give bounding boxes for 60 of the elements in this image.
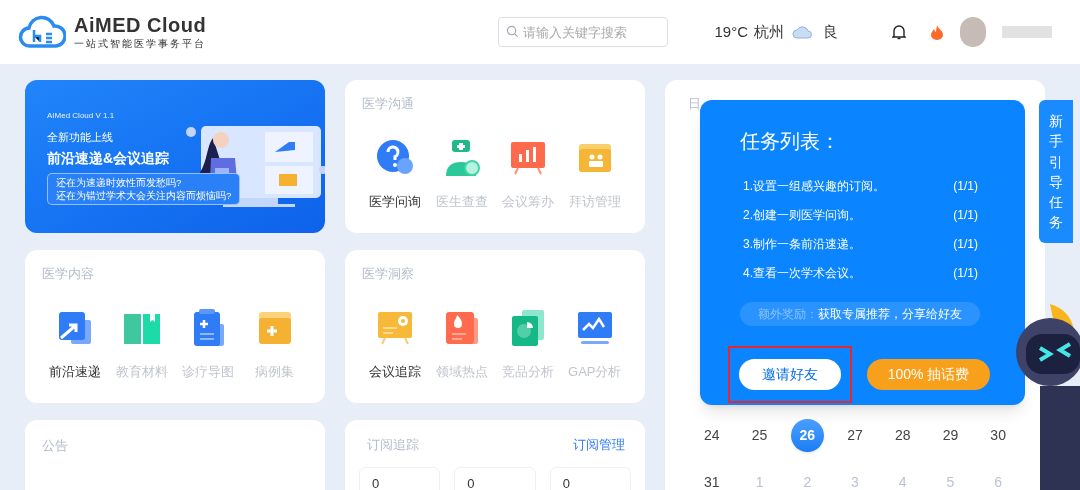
guide-tab-label[interactable]: 新手引导任务 — [1049, 111, 1063, 243]
task-progress: (1/1) — [953, 178, 978, 195]
feature-link[interactable]: 会议追踪 — [369, 361, 422, 381]
raffle-button[interactable]: 100% 抽话费 — [867, 359, 990, 390]
task-text: 4.查看一次学术会议。 — [743, 265, 861, 282]
guide-tab[interactable]: 新手引导任务 — [1039, 100, 1073, 243]
task-text: 1.设置一组感兴趣的订阅。 — [743, 178, 885, 195]
calendar-day[interactable]: 27 — [838, 418, 872, 452]
search-field[interactable]: 请输入关键字搜索 — [498, 17, 669, 47]
calendar-day[interactable]: 25 — [743, 418, 777, 452]
task-progress: (1/1) — [953, 265, 978, 282]
calendar-day[interactable]: 2 — [790, 465, 824, 490]
task-progress: (1/1) — [953, 207, 978, 224]
air-quality: 良 — [823, 21, 838, 42]
calendar-day[interactable]: 24 — [695, 418, 729, 452]
manage-link[interactable]: 订阅管理 — [573, 435, 625, 455]
temperature: 19°C — [714, 21, 748, 42]
task-text: 3.制作一条前沿速递。 — [743, 236, 861, 253]
version-label: AIMed Cloud V 1.1 — [47, 110, 115, 122]
stat-count: 0 — [467, 475, 475, 490]
calendar-day[interactable]: 1 — [743, 465, 777, 490]
card-title: 医学内容 — [42, 265, 95, 283]
stat-count: 0 — [562, 475, 570, 490]
calendar-day[interactable]: 29 — [933, 418, 967, 452]
task-progress: (1/1) — [953, 236, 978, 253]
calendar-day[interactable]: 5 — [933, 465, 967, 490]
card-title: 医学沟通 — [362, 95, 415, 113]
bell-icon[interactable] — [892, 24, 906, 40]
calendar-day[interactable]: 26 — [790, 418, 824, 452]
cloud-icon — [792, 25, 812, 39]
brand-tagline: 一站式智能医学事务平台 — [74, 36, 207, 51]
question-text: 还在为速递时效性而发愁吗? — [56, 175, 183, 189]
invite-button[interactable]: 邀请好友 — [739, 359, 841, 390]
flame-icon[interactable] — [930, 24, 944, 40]
card-title: 日 — [688, 95, 702, 113]
question-text: 还在为错过学术大会关注内容而烦恼吗? — [56, 188, 232, 202]
calendar-day[interactable]: 4 — [886, 465, 920, 490]
calendar-day[interactable]: 31 — [695, 465, 729, 490]
calendar-day[interactable]: 6 — [981, 465, 1015, 490]
stat-count: 0 — [372, 475, 380, 490]
bonus-label: 额外奖励： — [758, 306, 818, 323]
bonus-text: 获取专属推荐，分享给好友 — [818, 306, 962, 323]
feature-link[interactable]: 医学问询 — [369, 191, 422, 211]
card-title: 医学洞察 — [362, 265, 415, 283]
promo-banner[interactable]: AIMed Cloud V 1.1 全新功能上线 前沿速递&会议追踪 还在为速递时效性而发愁吗? 还在为错过学术大会关注内容而烦恼吗? — [25, 80, 325, 233]
calendar-day[interactable]: 28 — [886, 418, 920, 452]
calendar-day[interactable]: 30 — [981, 418, 1015, 452]
blurred-username — [1002, 26, 1052, 38]
card-title: 订阅追踪 — [367, 436, 419, 454]
popup-title: 任务列表： — [740, 129, 841, 154]
feature-link[interactable]: 前沿速递 — [49, 361, 102, 381]
calendar-day[interactable]: 3 — [838, 465, 872, 490]
brand-name: AiMED Cloud — [74, 13, 207, 36]
card-title: 公告 — [42, 437, 69, 455]
banner-kicker: 全新功能上线 — [47, 130, 113, 145]
task-text: 2.创建一则医学问询。 — [743, 207, 861, 224]
search-icon — [506, 25, 520, 38]
banner-headline: 前沿速递&会议追踪 — [47, 148, 170, 168]
city-name: 杭州 — [754, 21, 784, 42]
avatar[interactable] — [960, 17, 986, 47]
